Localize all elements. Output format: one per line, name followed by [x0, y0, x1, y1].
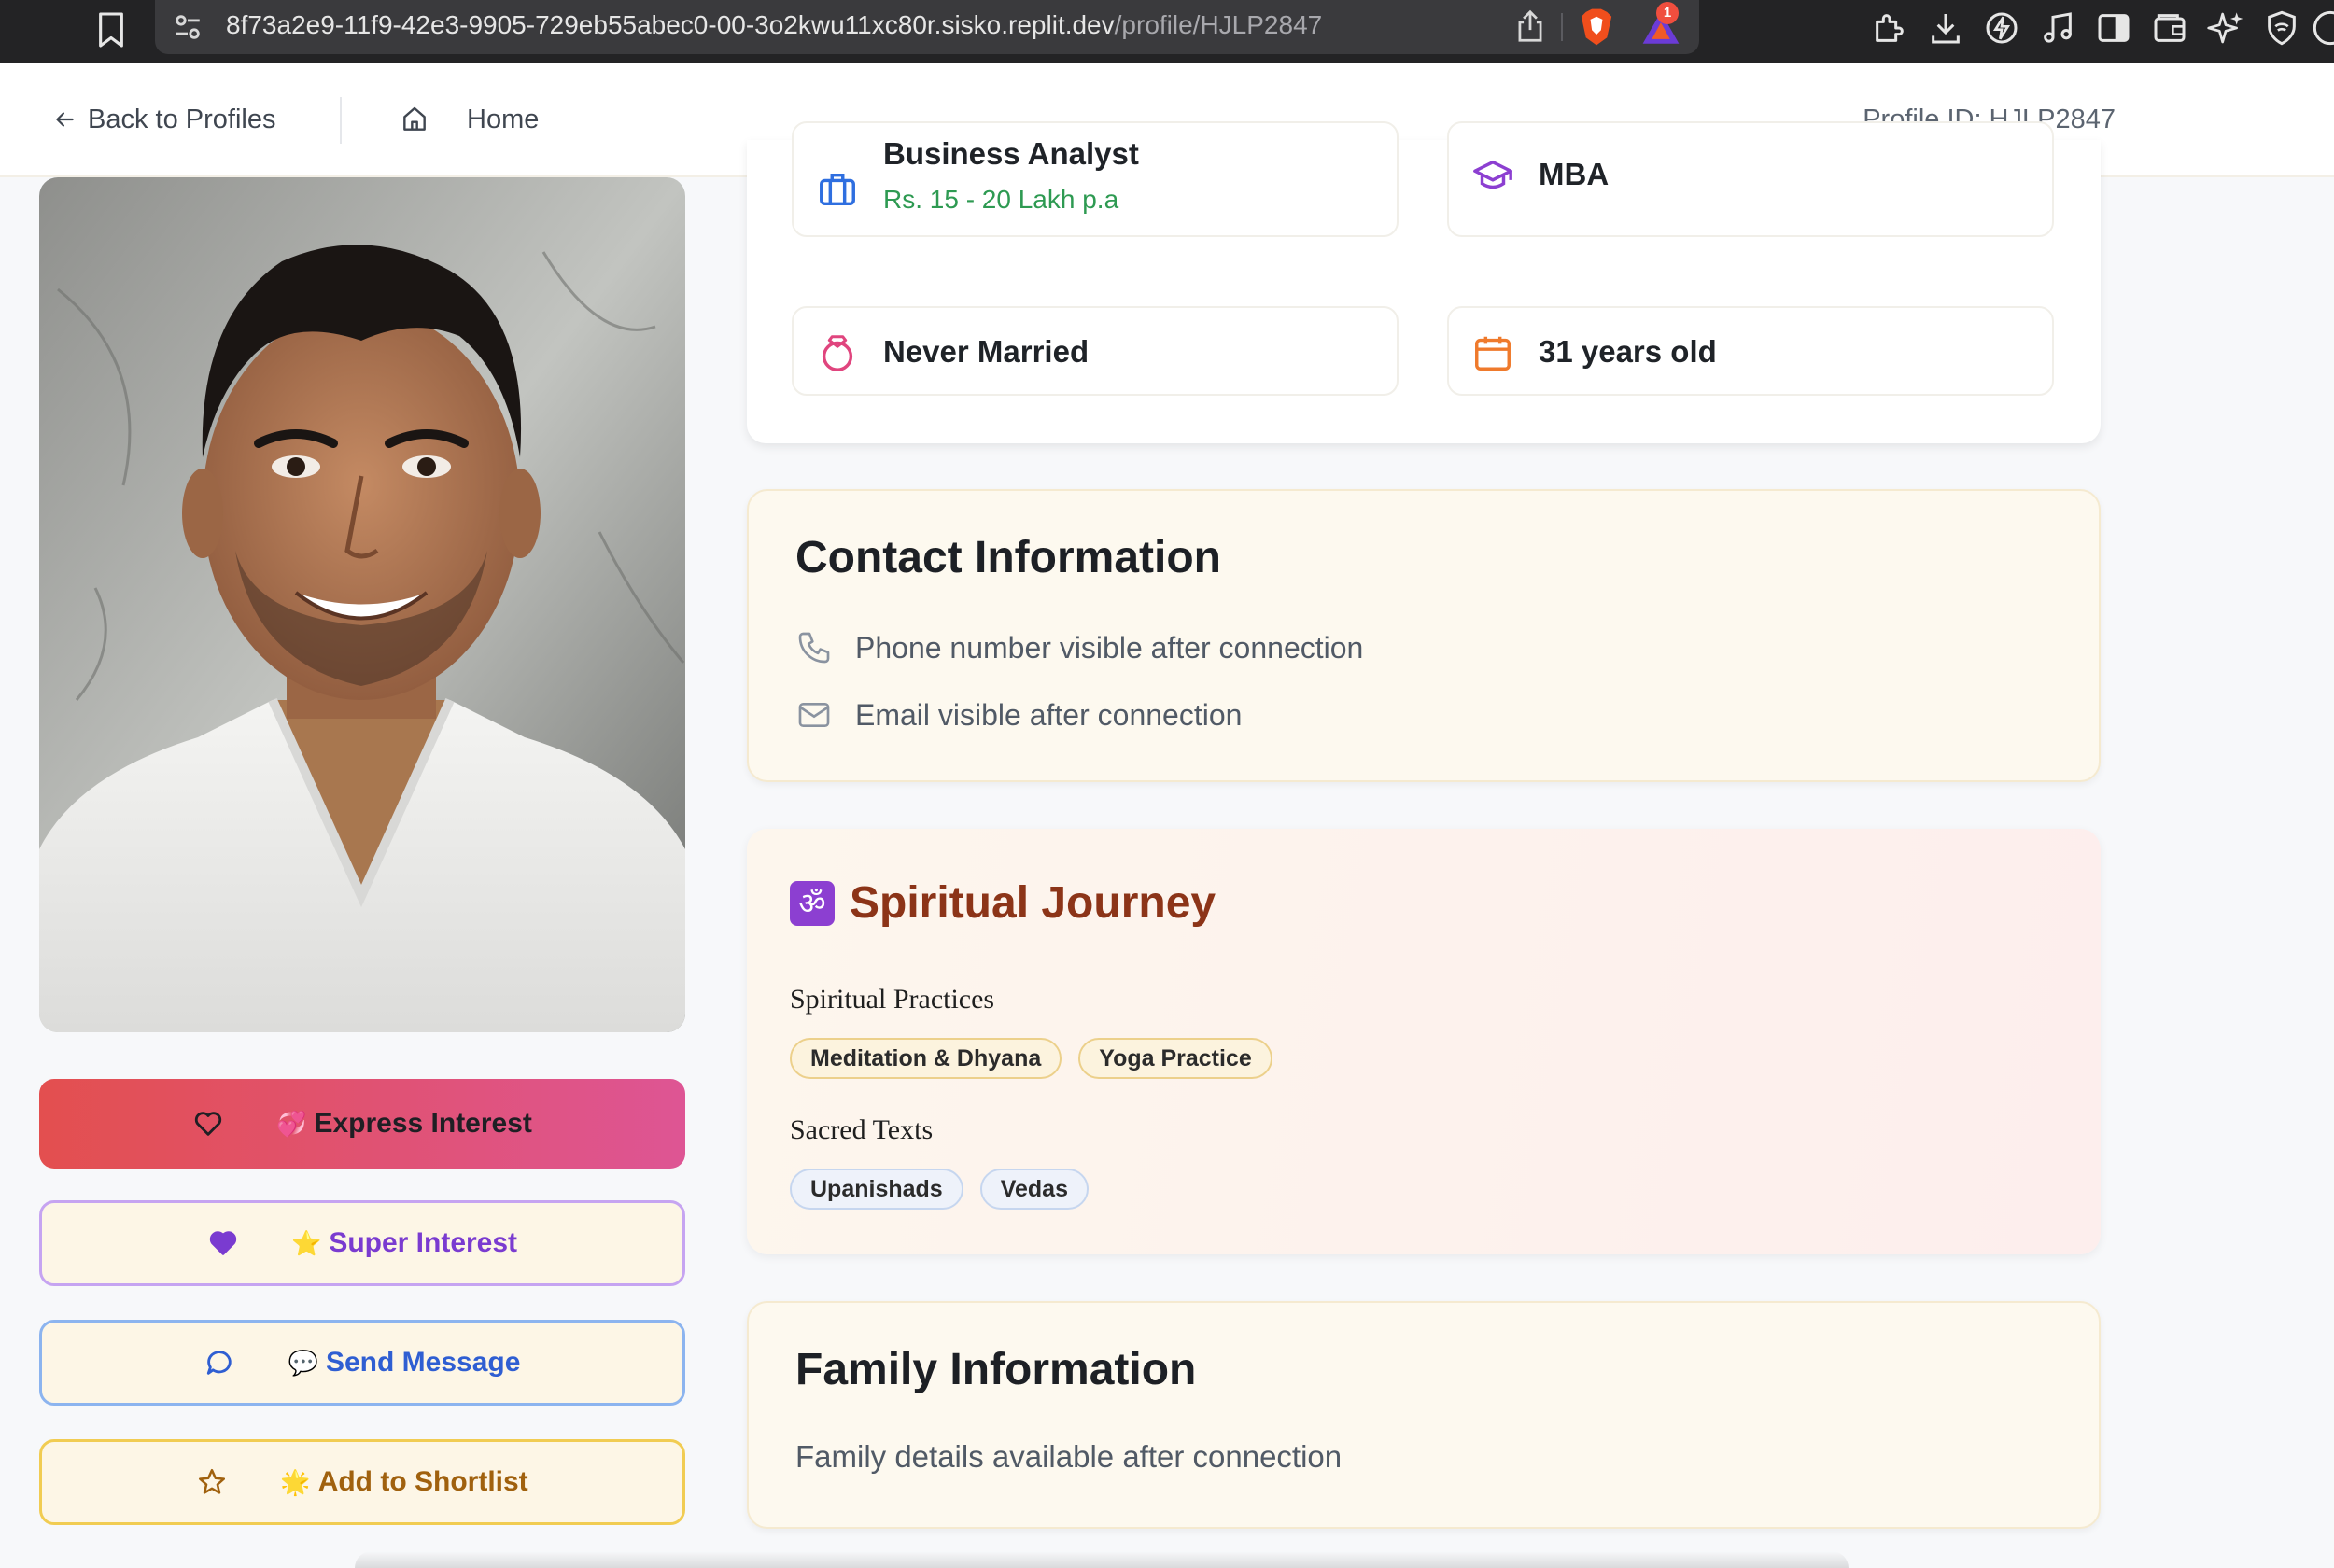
marital-status-value: Never Married [883, 334, 1090, 369]
contact-information-card: Contact Information Phone number visible… [747, 489, 2101, 782]
heart-outline-icon [194, 1112, 222, 1136]
heart-filled-icon [209, 1231, 237, 1255]
add-to-shortlist-label: Add to Shortlist [317, 1466, 528, 1497]
phone-text: Phone number visible after connection [855, 630, 1364, 665]
home-label: Home [467, 104, 540, 134]
site-settings-icon[interactable] [172, 11, 204, 43]
super-interest-label: Super Interest [329, 1227, 518, 1258]
vpn-shield-icon[interactable] [2263, 9, 2300, 47]
sacred-texts-tags: Upanishads Vedas [790, 1169, 1089, 1210]
income-value: Rs. 15 - 20 Lakh p.a [883, 185, 1119, 214]
wallet-icon[interactable] [2151, 9, 2188, 47]
share-icon[interactable] [1514, 9, 1546, 43]
url-text[interactable]: 8f73a2e9-11f9-42e3-9905-729eb55abec0-00-… [226, 0, 1322, 50]
occupation-tile: Business Analyst Rs. 15 - 20 Lakh p.a [792, 121, 1399, 237]
url-path: /profile/HJLP2847 [1114, 10, 1323, 39]
profile-photo [39, 177, 685, 1032]
calendar-icon [1475, 336, 1511, 371]
sacred-text-tag: Vedas [979, 1169, 1089, 1210]
arrow-left-icon [56, 112, 74, 127]
back-to-profiles-link[interactable]: Back to Profiles [52, 101, 275, 138]
practice-tag: Meditation & Dhyana [790, 1038, 1062, 1079]
brave-shields-icon[interactable] [1578, 7, 1615, 47]
mail-icon [798, 703, 830, 727]
add-to-shortlist-button[interactable]: 🌟 Add to Shortlist [39, 1439, 685, 1525]
address-bar[interactable]: 8f73a2e9-11f9-42e3-9905-729eb55abec0-00-… [155, 0, 1699, 54]
education-tile: MBA [1447, 121, 2054, 237]
star-outline-icon [199, 1468, 226, 1494]
send-message-button[interactable]: 💬 Send Message [39, 1320, 685, 1406]
occupation-value: Business Analyst [883, 136, 1139, 171]
url-host: 8f73a2e9-11f9-42e3-9905-729eb55abec0-00-… [226, 10, 1115, 39]
send-message-label: Send Message [325, 1347, 521, 1378]
phone-icon [798, 632, 830, 664]
chat-bubble-icon [206, 1351, 232, 1375]
email-text: Email visible after connection [855, 697, 1243, 732]
home-icon [403, 106, 426, 131]
super-interest-button[interactable]: ⭐ Super Interest [39, 1200, 685, 1286]
ring-icon [822, 335, 853, 371]
music-icon[interactable] [2039, 9, 2076, 47]
practice-tag: Yoga Practice [1078, 1038, 1272, 1079]
marital-status-tile: Never Married [792, 306, 1399, 396]
spiritual-practices-tags: Meditation & Dhyana Yoga Practice [790, 1038, 1272, 1079]
puzzle-icon[interactable] [1871, 9, 1908, 47]
express-interest-label: Express Interest [314, 1108, 532, 1139]
age-tile: 31 years old [1447, 306, 2054, 396]
sacred-texts-heading: Sacred Texts [790, 1114, 934, 1145]
basic-details-card: Business Analyst Rs. 15 - 20 Lakh p.a MB… [747, 121, 2101, 443]
leo-icon[interactable] [1983, 9, 2020, 47]
spiritual-practices-heading: Spiritual Practices [790, 984, 995, 1015]
browser-toolbar: 8f73a2e9-11f9-42e3-9905-729eb55abec0-00-… [0, 0, 2334, 63]
email-row: Email visible after connection [795, 696, 1242, 734]
om-icon: ॐ [790, 881, 835, 926]
back-to-profiles-label: Back to Profiles [88, 104, 276, 134]
graduation-cap-icon [1473, 160, 1512, 189]
contact-information-title: Contact Information [795, 533, 1221, 582]
nav-divider [340, 97, 342, 144]
download-icon[interactable] [1927, 9, 1964, 47]
star-emoji-icon: ⭐ [290, 1228, 322, 1257]
bookmark-icon[interactable] [95, 11, 127, 49]
sparkle-icon[interactable] [2207, 9, 2244, 47]
overflow-icon[interactable] [2312, 9, 2334, 47]
age-value: 31 years old [1539, 334, 1717, 369]
spiritual-journey-card: ॐ Spiritual Journey Spiritual Practices … [747, 829, 2101, 1254]
family-information-card: Family Information Family details availa… [747, 1301, 2101, 1529]
url-divider [1561, 13, 1563, 41]
family-details-text: Family details available after connectio… [795, 1439, 1343, 1474]
sacred-text-tag: Upanishads [790, 1169, 963, 1210]
speech-bubble-emoji-icon: 💬 [288, 1348, 318, 1377]
spiritual-journey-title: Spiritual Journey [850, 878, 1216, 928]
phone-row: Phone number visible after connection [795, 629, 1363, 666]
education-value: MBA [1539, 157, 1610, 191]
home-link[interactable]: Home [400, 101, 539, 138]
floating-bar-shadow [355, 1551, 1849, 1568]
sidebar-icon[interactable] [2095, 9, 2132, 47]
express-interest-button[interactable]: 💞 Express Interest [39, 1079, 685, 1169]
briefcase-icon [820, 173, 855, 206]
glowing-star-emoji-icon: 🌟 [280, 1467, 311, 1496]
rewards-badge: 1 [1656, 2, 1679, 24]
two-hearts-icon: 💞 [276, 1109, 307, 1138]
family-information-title: Family Information [795, 1345, 1197, 1394]
